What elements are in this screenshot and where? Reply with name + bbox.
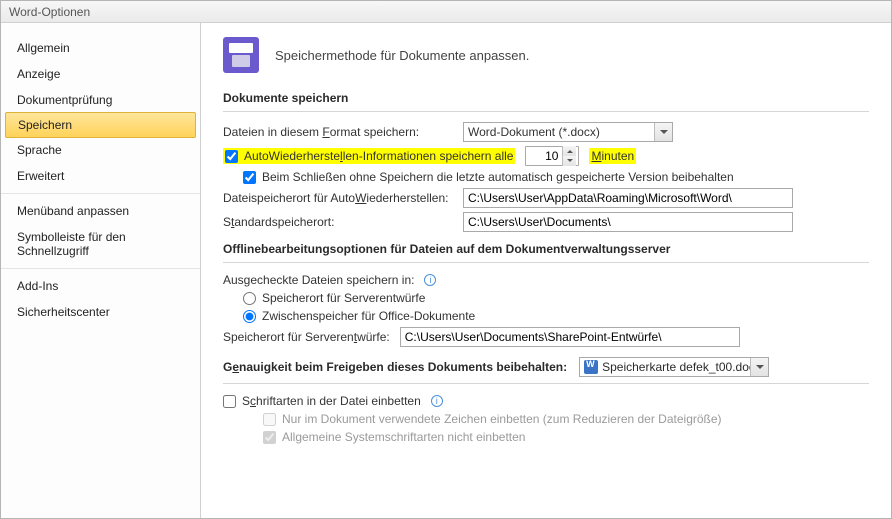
keep-last-autosaved-row[interactable]: Beim Schließen ohne Speichern die letzte…: [243, 170, 734, 184]
radio-server-drafts-row[interactable]: Speicherort für Serverentwürfe: [243, 291, 425, 305]
nav-advanced[interactable]: Erweitert: [1, 163, 200, 189]
spinner-down-icon[interactable]: [563, 156, 576, 166]
embed-subset-checkbox: [263, 413, 276, 426]
options-content: Speichermethode für Dokumente anpassen. …: [201, 23, 891, 518]
section-offline: Offlinebearbeitungsoptionen für Dateien …: [223, 238, 869, 263]
embed-fonts-label: Schriftarten in der Datei einbetten: [242, 394, 421, 408]
autorecover-minutes-spinner[interactable]: [525, 146, 579, 166]
spinner-up-icon[interactable]: [563, 146, 576, 156]
autorecover-location-input[interactable]: [463, 188, 793, 208]
save-format-label: Dateien in diesem Format speichern:: [223, 125, 453, 139]
autorecover-location-label: Dateispeicherort für AutoWiederherstelle…: [223, 191, 453, 205]
save-format-value: Word-Dokument (*.docx): [468, 125, 600, 139]
fidelity-title: Genauigkeit beim Freigeben dieses Dokume…: [223, 360, 567, 374]
save-format-combo[interactable]: Word-Dokument (*.docx): [463, 122, 673, 142]
autorecover-checkbox-row[interactable]: AutoWiederherstellen-Informationen speic…: [223, 148, 515, 164]
word-doc-icon: [584, 360, 598, 374]
radio-office-cache[interactable]: [243, 310, 256, 323]
save-icon: [223, 37, 259, 73]
autorecover-minutes-input[interactable]: [528, 149, 562, 163]
radio-office-cache-label: Zwischenspeicher für Office-Dokumente: [262, 309, 475, 323]
nav-display[interactable]: Anzeige: [1, 61, 200, 87]
embed-skip-system-checkbox: [263, 431, 276, 444]
nav-general[interactable]: Allgemein: [1, 35, 200, 61]
fidelity-document-value: Speicherkarte defek_t00.docx: [602, 360, 761, 374]
embed-skip-system-label: Allgemeine Systemschriftarten nicht einb…: [282, 430, 525, 444]
chevron-down-icon[interactable]: [750, 358, 768, 376]
autorecover-label: AutoWiederherstellen-Informationen speic…: [244, 149, 513, 163]
checked-out-label: Ausgecheckte Dateien speichern in:: [223, 273, 414, 287]
section-save-documents: Dokumente speichern: [223, 87, 869, 112]
nav-quick-access[interactable]: Symbolleiste für den Schnellzugriff: [1, 224, 200, 264]
keep-last-autosaved-checkbox[interactable]: [243, 171, 256, 184]
keep-last-autosaved-label: Beim Schließen ohne Speichern die letzte…: [262, 170, 734, 184]
nav-addins[interactable]: Add-Ins: [1, 273, 200, 299]
info-icon[interactable]: i: [431, 395, 443, 407]
chevron-down-icon[interactable]: [654, 123, 672, 141]
embed-skip-system-row: Allgemeine Systemschriftarten nicht einb…: [263, 430, 525, 444]
nav-customize-ribbon[interactable]: Menüband anpassen: [1, 198, 200, 224]
nav-proofing[interactable]: Dokumentprüfung: [1, 87, 200, 113]
options-dialog: Word-Optionen Allgemein Anzeige Dokument…: [0, 0, 892, 519]
radio-server-drafts-label: Speicherort für Serverentwürfe: [262, 291, 425, 305]
fidelity-document-combo[interactable]: Speicherkarte defek_t00.docx: [579, 357, 769, 377]
nav-save[interactable]: Speichern: [5, 112, 196, 138]
default-location-input[interactable]: [463, 212, 793, 232]
page-subtitle: Speichermethode für Dokumente anpassen.: [275, 48, 529, 63]
embed-subset-label: Nur im Dokument verwendete Zeichen einbe…: [282, 412, 722, 426]
default-location-label: Standardspeicherort:: [223, 215, 453, 229]
embed-subset-row: Nur im Dokument verwendete Zeichen einbe…: [263, 412, 722, 426]
window-title: Word-Optionen: [1, 1, 891, 23]
minutes-label: Minuten: [589, 148, 636, 164]
server-drafts-location-input[interactable]: [400, 327, 740, 347]
embed-fonts-checkbox[interactable]: [223, 395, 236, 408]
info-icon[interactable]: i: [424, 274, 436, 286]
autorecover-checkbox[interactable]: [225, 150, 238, 163]
nav-language[interactable]: Sprache: [1, 137, 200, 163]
category-sidebar: Allgemein Anzeige Dokumentprüfung Speich…: [1, 23, 201, 518]
nav-trust-center[interactable]: Sicherheitscenter: [1, 299, 200, 325]
embed-fonts-row[interactable]: Schriftarten in der Datei einbetten: [223, 394, 421, 408]
section-fidelity: Genauigkeit beim Freigeben dieses Dokume…: [223, 353, 869, 384]
radio-server-drafts[interactable]: [243, 292, 256, 305]
server-drafts-location-label: Speicherort für Serverentwürfe:: [223, 330, 390, 344]
radio-office-cache-row[interactable]: Zwischenspeicher für Office-Dokumente: [243, 309, 475, 323]
